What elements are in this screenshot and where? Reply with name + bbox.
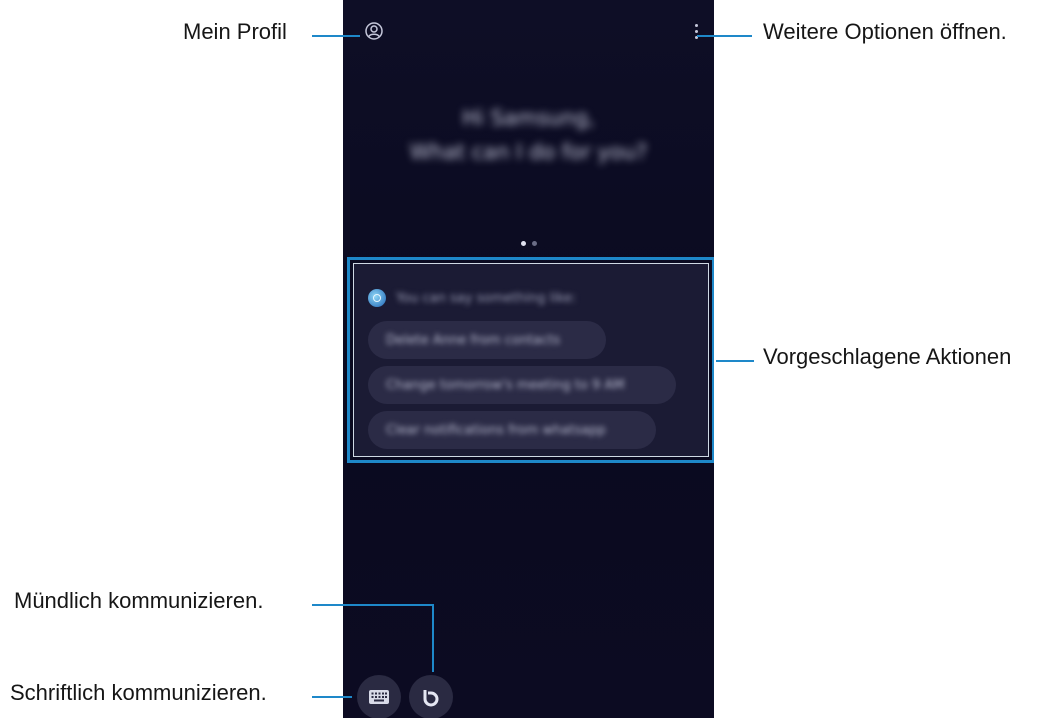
- greeting-line-1: Hi Samsung,: [462, 106, 595, 130]
- keyboard-icon: [369, 690, 389, 704]
- profile-icon[interactable]: [363, 20, 385, 42]
- callout-suggested-actions: Vorgeschlagene Aktionen: [763, 344, 1012, 369]
- callout-line: [312, 604, 434, 606]
- callout-my-profile: Mein Profil: [183, 19, 287, 44]
- suggestion-chip[interactable]: Clear notifications from whatsapp: [368, 411, 656, 449]
- suggested-actions-panel: You can say something like: Delete Anne …: [347, 257, 714, 463]
- page-indicator-dot: [532, 241, 537, 246]
- bixby-b-icon: [423, 690, 439, 707]
- callout-line: [697, 35, 752, 37]
- suggestion-chip[interactable]: Change tomorrow's meeting to 9 AM: [368, 366, 676, 404]
- suggestion-chip[interactable]: Delete Anne from contacts: [368, 321, 606, 359]
- keyboard-button[interactable]: [357, 675, 401, 718]
- voice-button[interactable]: [409, 675, 453, 718]
- callout-line: [312, 35, 360, 37]
- suggestion-chip-label: Delete Anne from contacts: [386, 332, 561, 348]
- callout-line: [432, 604, 434, 672]
- page-indicator-dot-active: [521, 241, 526, 246]
- page-indicator: [521, 241, 537, 246]
- suggestion-chip-label: Clear notifications from whatsapp: [386, 422, 606, 438]
- greeting-line-2: What can I do for you?: [409, 140, 648, 164]
- callout-keyboard: Schriftlich kommunizieren.: [10, 680, 267, 705]
- callout-more-options: Weitere Optionen öffnen.: [763, 19, 1007, 44]
- suggestion-chip-label: Change tomorrow's meeting to 9 AM: [386, 377, 625, 393]
- bixby-logo-icon: [368, 289, 386, 307]
- bixby-home-screen: Hi Samsung, What can I do for you? You c…: [343, 0, 714, 718]
- callout-line: [716, 360, 754, 362]
- more-options-icon[interactable]: [685, 20, 707, 42]
- callout-voice: Mündlich kommunizieren.: [14, 588, 264, 613]
- callout-line: [312, 696, 352, 698]
- suggestions-header: You can say something like:: [396, 290, 577, 306]
